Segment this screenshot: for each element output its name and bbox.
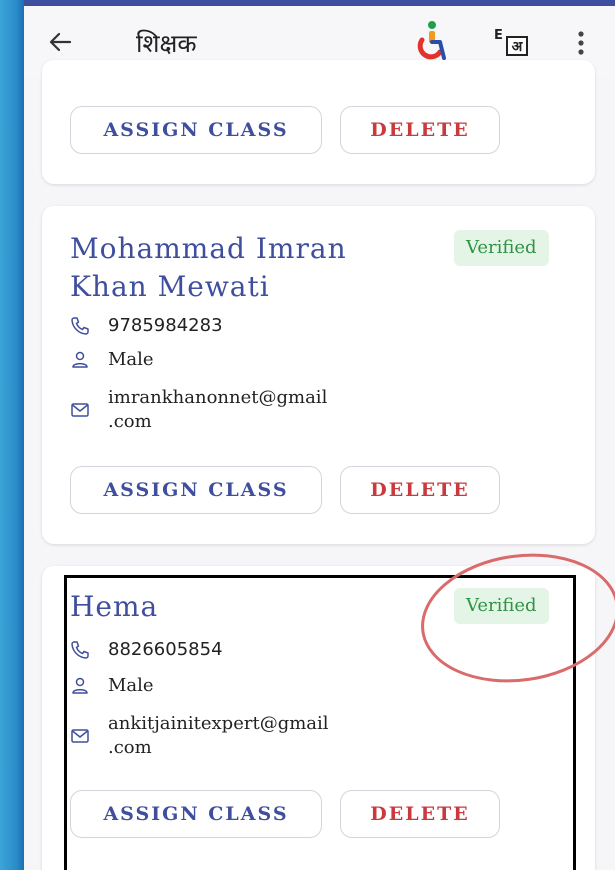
- person-icon: [72, 351, 88, 368]
- lang-label-en: E: [494, 28, 503, 43]
- phone-icon: [71, 317, 89, 335]
- phone-icon: [71, 641, 89, 659]
- email-address: imrankhanonnet@gmail .com: [108, 387, 328, 432]
- delete-button[interactable]: DELETE: [340, 466, 500, 514]
- teacher-card: Mohammad Imran Khan Mewati Verified 9785…: [42, 206, 595, 544]
- teacher-name: Mohammad Imran Khan Mewati: [70, 232, 347, 303]
- verified-badge: Verified: [454, 588, 549, 624]
- back-arrow-icon[interactable]: [46, 28, 74, 56]
- person-icon: [72, 677, 88, 694]
- page-title: शिक्षक: [136, 29, 197, 58]
- phone-number: 8826605854: [108, 639, 223, 660]
- assign-class-button[interactable]: ASSIGN CLASS: [70, 790, 322, 838]
- assign-class-button[interactable]: ASSIGN CLASS: [70, 466, 322, 514]
- language-toggle-icon[interactable]: E अ: [494, 28, 532, 58]
- lang-label-hi: अ: [506, 36, 528, 56]
- gender-value: Male: [108, 675, 154, 696]
- mail-icon: [71, 403, 89, 417]
- teacher-card: ASSIGN CLASS DELETE: [42, 60, 595, 184]
- mail-icon: [71, 729, 89, 743]
- gender-value: Male: [108, 349, 154, 370]
- delete-button[interactable]: DELETE: [340, 790, 500, 838]
- phone-number: 9785984283: [108, 315, 223, 336]
- delete-button[interactable]: DELETE: [340, 106, 500, 154]
- app-screen: शिक्षक E अ ASSIGN CLASS DELETE Mohammad …: [24, 0, 615, 870]
- more-vertical-icon[interactable]: [574, 28, 588, 58]
- teacher-card: Hema Verified 8826605854 Male ankitjaini…: [42, 566, 595, 870]
- assign-class-button[interactable]: ASSIGN CLASS: [70, 106, 322, 154]
- accessibility-logo-icon[interactable]: [410, 20, 450, 64]
- teacher-name: Hema: [70, 590, 159, 623]
- email-address: ankitjainitexpert@gmail .com: [108, 713, 329, 758]
- verified-badge: Verified: [454, 230, 549, 266]
